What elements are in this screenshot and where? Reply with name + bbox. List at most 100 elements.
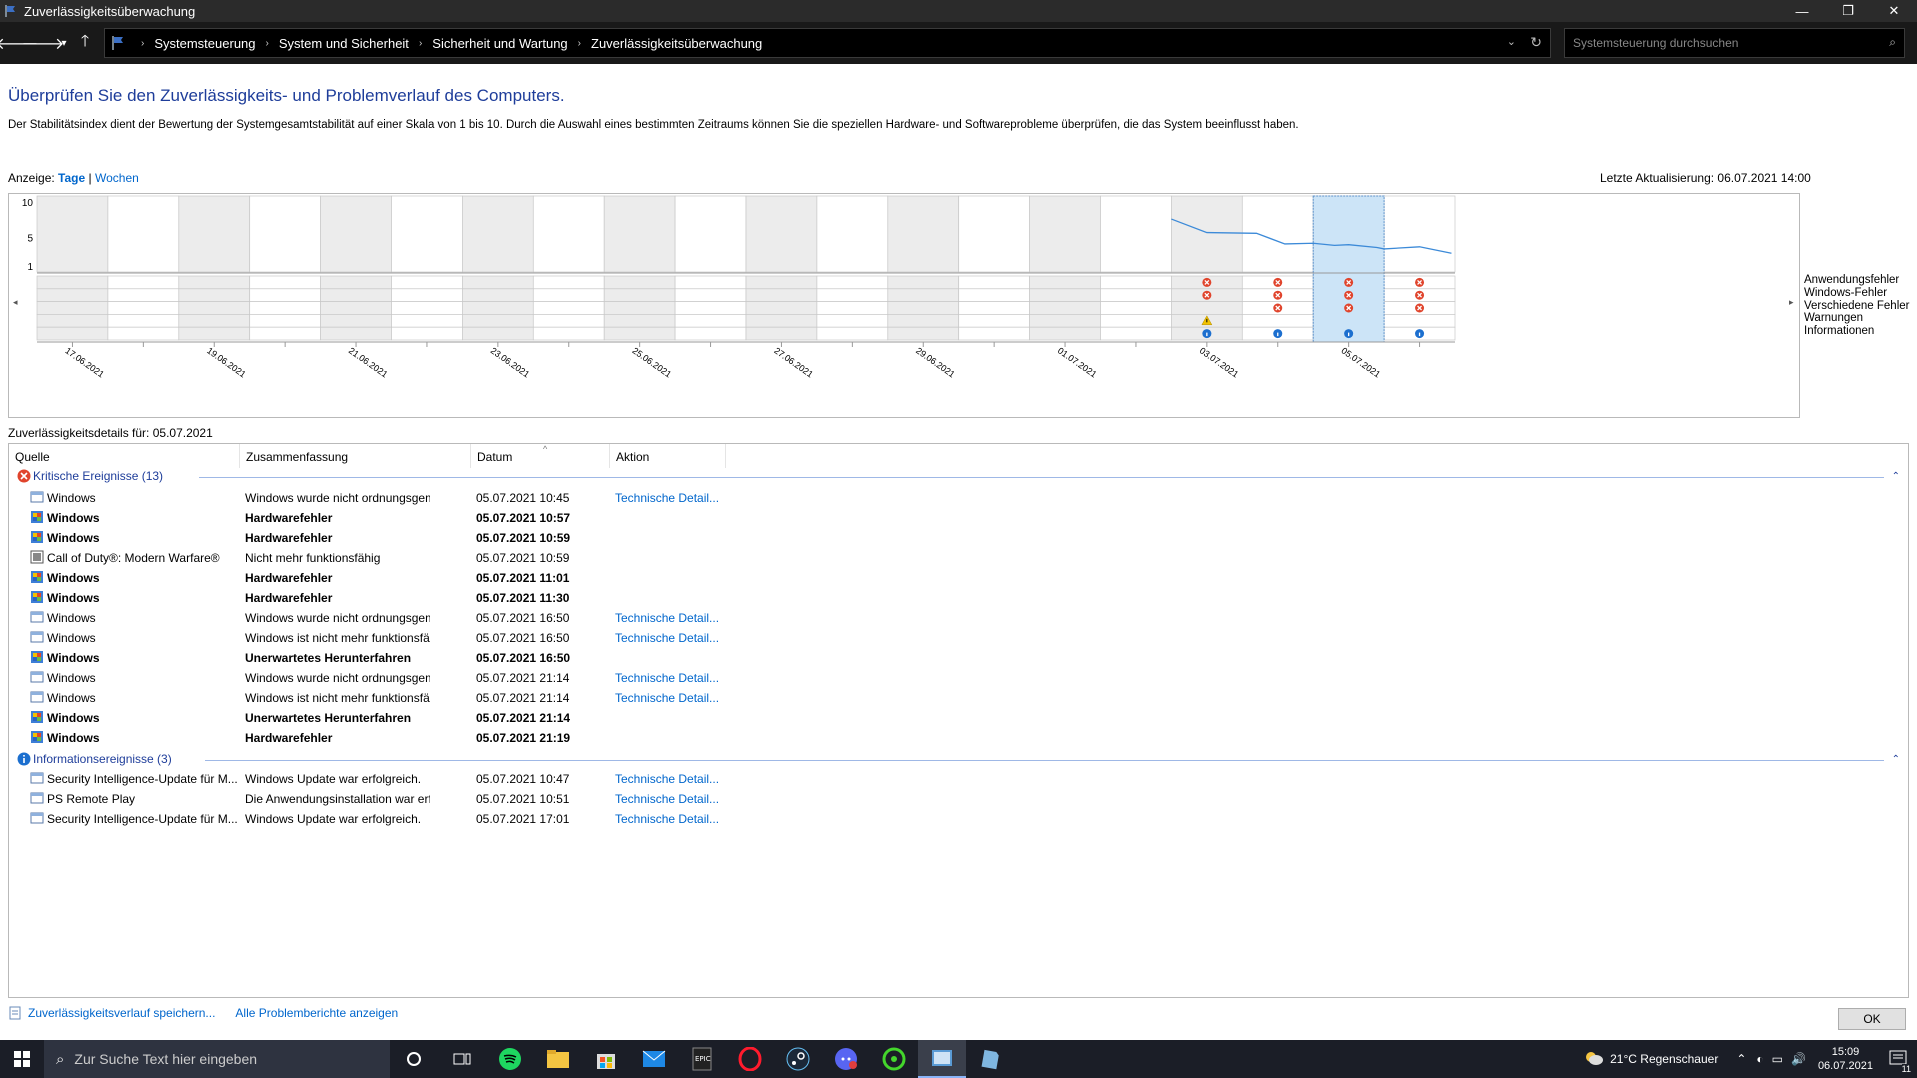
view-separator: | <box>88 171 92 185</box>
event-source: Security Intelligence-Update für M... <box>47 812 238 826</box>
view-selector: Anzeige: Tage | Wochen <box>8 171 139 185</box>
address-bar[interactable]: › Systemsteuerung › System und Sicherhei… <box>104 28 1551 58</box>
event-row[interactable]: Windows Windows wurde nicht ordnungsgemäß… <box>9 608 1909 628</box>
ok-button[interactable]: OK <box>1838 1008 1906 1030</box>
opera-icon[interactable] <box>726 1040 774 1078</box>
chart-event-cell <box>816 288 889 302</box>
event-row[interactable]: Windows Hardwarefehler 05.07.2021 11:30 <box>9 588 1909 608</box>
reliability-monitor-taskbar-icon[interactable] <box>918 1040 966 1078</box>
chart-day-column <box>36 195 109 273</box>
technical-details-link[interactable]: Technische Detail... <box>615 772 719 786</box>
spotify-icon[interactable] <box>486 1040 534 1078</box>
technical-details-link[interactable]: Technische Detail... <box>615 611 719 625</box>
close-button[interactable]: ✕ <box>1871 0 1917 22</box>
chart-x-tick-label: 23.06.2021 <box>489 345 532 379</box>
event-row[interactable]: Security Intelligence-Update für M... Win… <box>9 809 1909 829</box>
save-history-link[interactable]: Zuverlässigkeitsverlauf speichern... <box>28 1006 215 1020</box>
network-icon[interactable]: ▭ <box>1772 1052 1783 1066</box>
column-header-action[interactable]: Aktion <box>610 444 726 468</box>
event-source: Windows <box>47 511 100 525</box>
chart-event-cell <box>1100 288 1172 302</box>
event-row[interactable]: Security Intelligence-Update für M... Win… <box>9 769 1909 789</box>
event-row[interactable]: Windows Hardwarefehler 05.07.2021 10:59 <box>9 528 1909 548</box>
event-summary: Windows wurde nicht ordnungsgemäß ... <box>245 491 430 505</box>
event-row[interactable]: Windows Windows wurde nicht ordnungsgemäß… <box>9 668 1909 688</box>
file-explorer-icon[interactable] <box>534 1040 582 1078</box>
chart-event-cell <box>1383 314 1456 328</box>
critical-events-group[interactable]: Kritische Ereignisse (13) <box>17 469 163 483</box>
event-row[interactable]: Windows Unerwartetes Herunterfahren 05.07.… <box>9 708 1909 728</box>
technical-details-link[interactable]: Technische Detail... <box>615 631 719 645</box>
weather-widget[interactable]: 21°C Regenschauer <box>1584 1051 1718 1067</box>
volume-icon[interactable]: 🔊 <box>1791 1052 1806 1066</box>
cortana-icon[interactable] <box>390 1040 438 1078</box>
epic-games-icon[interactable]: EPIC <box>678 1040 726 1078</box>
column-header-summary[interactable]: Zusammenfassung <box>240 444 471 468</box>
notepad-icon[interactable] <box>966 1040 1014 1078</box>
forward-button[interactable]: 🡒 <box>22 30 65 56</box>
event-row[interactable]: Call of Duty®: Modern Warfare® Nicht mehr… <box>9 548 1909 568</box>
discord-icon[interactable] <box>822 1040 870 1078</box>
event-source: Call of Duty®: Modern Warfare® <box>47 551 220 565</box>
information-events-group[interactable]: Informationsereignisse (3) <box>17 752 172 766</box>
breadcrumb-system-und-sicherheit[interactable]: System und Sicherheit <box>279 36 409 51</box>
razer-icon[interactable] <box>870 1040 918 1078</box>
chart-event-cell <box>320 275 392 290</box>
refresh-icon[interactable]: ↻ <box>1530 34 1542 51</box>
event-row[interactable]: Windows Windows ist nicht mehr funktionsf… <box>9 688 1909 708</box>
event-row[interactable]: Windows Windows wurde nicht ordnungsgemäß… <box>9 488 1909 508</box>
chart-scroll-left-icon[interactable]: ◂ <box>13 297 18 308</box>
webcam-icon[interactable]: ◐ <box>1756 1052 1763 1066</box>
maximize-button[interactable]: ❐ <box>1825 0 1871 22</box>
breadcrumb-systemsteuerung[interactable]: Systemsteuerung <box>154 36 255 51</box>
search-input[interactable]: Systemsteuerung durchsuchen ⌕ <box>1564 28 1905 58</box>
breadcrumb-sicherheit-und-wartung[interactable]: Sicherheit und Wartung <box>432 36 567 51</box>
task-view-icon[interactable] <box>438 1040 486 1078</box>
event-row[interactable]: Windows Unerwartetes Herunterfahren 05.07.… <box>9 648 1909 668</box>
chart-scroll-right-icon[interactable]: ▸ <box>1789 297 1794 308</box>
steam-icon[interactable] <box>774 1040 822 1078</box>
column-header-date[interactable]: Datum <box>471 444 610 468</box>
sort-ascending-icon: ^ <box>543 444 548 454</box>
chart-event-cell <box>1100 314 1172 328</box>
technical-details-link[interactable]: Technische Detail... <box>615 691 719 705</box>
chart-x-tick-label: 19.06.2021 <box>205 345 248 379</box>
store-icon[interactable] <box>582 1040 630 1078</box>
chart-day-column <box>249 195 321 273</box>
view-weeks-link[interactable]: Wochen <box>95 171 139 185</box>
event-summary: Unerwartetes Herunterfahren <box>245 711 412 725</box>
column-header-source[interactable]: Quelle <box>9 444 240 468</box>
technical-details-link[interactable]: Technische Detail... <box>615 671 719 685</box>
technical-details-link[interactable]: Technische Detail... <box>615 792 719 806</box>
event-row[interactable]: Windows Hardwarefehler 05.07.2021 10:57 <box>9 508 1909 528</box>
event-row[interactable]: PS Remote Play Die Anwendungsinstallation… <box>9 789 1909 809</box>
recent-locations-chevron-icon[interactable]: ▾ <box>56 30 72 56</box>
start-button[interactable] <box>0 1040 44 1078</box>
search-icon: ⌕ <box>56 1050 65 1068</box>
shield-icon <box>30 710 45 725</box>
up-button[interactable]: 🡑 <box>72 30 98 56</box>
search-icon[interactable]: ⌕ <box>1889 35 1896 50</box>
minimize-button[interactable]: — <box>1779 0 1825 22</box>
all-reports-link[interactable]: Alle Problemberichte anzeigen <box>235 1006 398 1020</box>
event-row[interactable]: Windows Windows ist nicht mehr funktionsf… <box>9 628 1909 648</box>
address-dropdown-chevron-icon[interactable]: ⌄ <box>1507 35 1516 48</box>
event-row[interactable]: Windows Hardwarefehler 05.07.2021 21:19 <box>9 728 1909 748</box>
chart-event-cell <box>1029 301 1101 315</box>
notification-center-icon[interactable]: 11 <box>1889 1049 1911 1074</box>
view-days-link[interactable]: Tage <box>58 171 85 185</box>
technical-details-link[interactable]: Technische Detail... <box>615 812 719 826</box>
chart-event-cell <box>745 288 818 302</box>
mail-icon[interactable] <box>630 1040 678 1078</box>
technical-details-link[interactable]: Technische Detail... <box>615 491 719 505</box>
event-summary: Windows wurde nicht ordnungsgemäß ... <box>245 611 430 625</box>
breadcrumb-zuverlaessigkeit[interactable]: Zuverlässigkeitsüberwachung <box>591 36 762 51</box>
event-row[interactable]: Windows Hardwarefehler 05.07.2021 11:01 <box>9 568 1909 588</box>
chart-event-cell <box>391 275 463 290</box>
collapse-chevron-icon[interactable]: ⌃ <box>1892 471 1900 482</box>
collapse-chevron-icon[interactable]: ⌃ <box>1892 754 1900 765</box>
clock[interactable]: 15:09 06.07.2021 <box>1818 1045 1873 1073</box>
taskbar-search-input[interactable]: ⌕ Zur Suche Text hier eingeben <box>44 1040 390 1078</box>
show-hidden-icons-chevron-icon[interactable]: ⌃ <box>1736 1052 1746 1066</box>
stability-chart[interactable]: 10 5 1 17.06.2021 19.06.2021 21.06.2021 23.06.… <box>8 193 1800 418</box>
